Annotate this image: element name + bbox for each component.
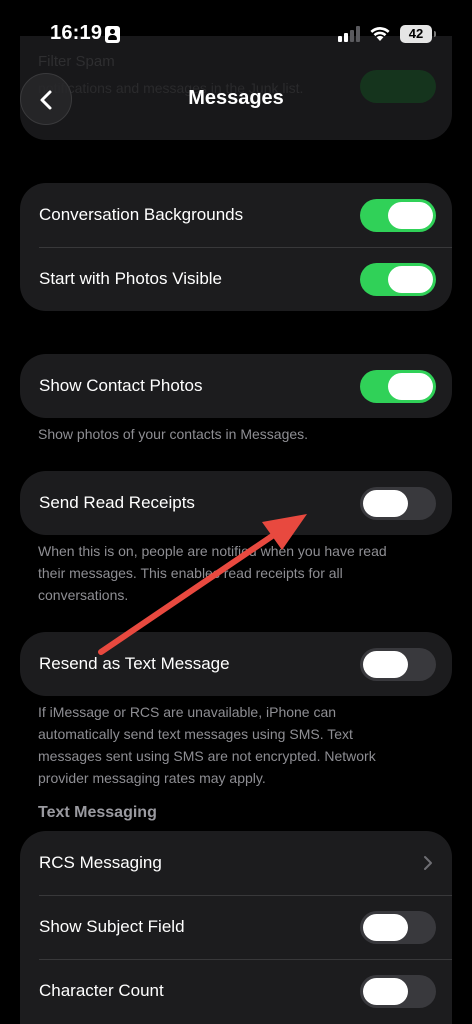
resend-as-text-toggle[interactable] [360, 648, 436, 681]
character-count-toggle[interactable] [360, 975, 436, 1008]
character-count-row[interactable]: Character Count [20, 959, 452, 1023]
show-contact-photos-footnote: Show photos of your contacts in Messages… [38, 426, 309, 442]
id-card-icon [105, 26, 120, 43]
footnote-line: If iMessage or RCS are unavailable, iPho… [38, 704, 337, 720]
start-with-photos-visible-row[interactable]: Start with Photos Visible [20, 247, 452, 311]
battery-level: 42 [408, 26, 424, 41]
chevron-right-icon [424, 856, 432, 870]
show-contact-photos-row[interactable]: Show Contact Photos [20, 354, 452, 418]
resend-as-text-row[interactable]: Resend as Text Message [20, 632, 452, 696]
status-time: 16:19 [50, 22, 103, 44]
settings-group-resend: Resend as Text Message [20, 632, 452, 696]
send-read-receipts-row[interactable]: Send Read Receipts [20, 471, 452, 535]
signal-icon [338, 26, 362, 42]
page-title: Messages [188, 87, 284, 109]
start-with-photos-visible-label: Start with Photos Visible [39, 269, 222, 288]
footnote-line: conversations. [38, 587, 129, 603]
status-bar: 16:19 42 [0, 0, 472, 62]
settings-group-contact-photos: Show Contact Photos [20, 354, 452, 418]
send-read-receipts-toggle[interactable] [360, 487, 436, 520]
wifi-icon [370, 27, 390, 41]
footnote-line: When this is on, people are notified whe… [38, 543, 387, 559]
settings-group-text-messaging: RCS Messaging Show Subject Field Charact… [20, 831, 452, 1024]
resend-as-text-footnote: If iMessage or RCS are unavailable, iPho… [38, 701, 438, 789]
show-contact-photos-label: Show Contact Photos [39, 376, 203, 395]
battery-icon: 42 [400, 25, 436, 43]
footnote-line: their messages. This enables read receip… [38, 565, 343, 581]
send-read-receipts-footnote: When this is on, people are notified whe… [38, 540, 438, 606]
footnote-line: messages sent using SMS are not encrypte… [38, 748, 376, 764]
start-with-photos-visible-toggle[interactable] [360, 263, 436, 296]
conversation-backgrounds-label: Conversation Backgrounds [39, 205, 244, 224]
conversation-backgrounds-row[interactable]: Conversation Backgrounds [20, 183, 452, 247]
footnote-line: automatically send text messages using S… [38, 726, 353, 742]
navigation-bar: Messages [0, 70, 472, 128]
show-subject-field-label: Show Subject Field [39, 917, 185, 936]
show-subject-field-row[interactable]: Show Subject Field [20, 895, 452, 959]
settings-group-backgrounds: Conversation Backgrounds Start with Phot… [20, 183, 452, 311]
rcs-messaging-label: RCS Messaging [39, 853, 162, 872]
show-contact-photos-toggle[interactable] [360, 370, 436, 403]
show-subject-field-toggle[interactable] [360, 911, 436, 944]
send-read-receipts-label: Send Read Receipts [39, 493, 195, 512]
resend-as-text-label: Resend as Text Message [39, 654, 230, 673]
conversation-backgrounds-toggle[interactable] [360, 199, 436, 232]
character-count-label: Character Count [39, 981, 164, 1000]
text-messaging-header: Text Messaging [38, 804, 157, 821]
rcs-messaging-row[interactable]: RCS Messaging [20, 831, 452, 895]
settings-group-read-receipts: Send Read Receipts [20, 471, 452, 535]
footnote-line: provider messaging rates may apply. [38, 770, 266, 786]
